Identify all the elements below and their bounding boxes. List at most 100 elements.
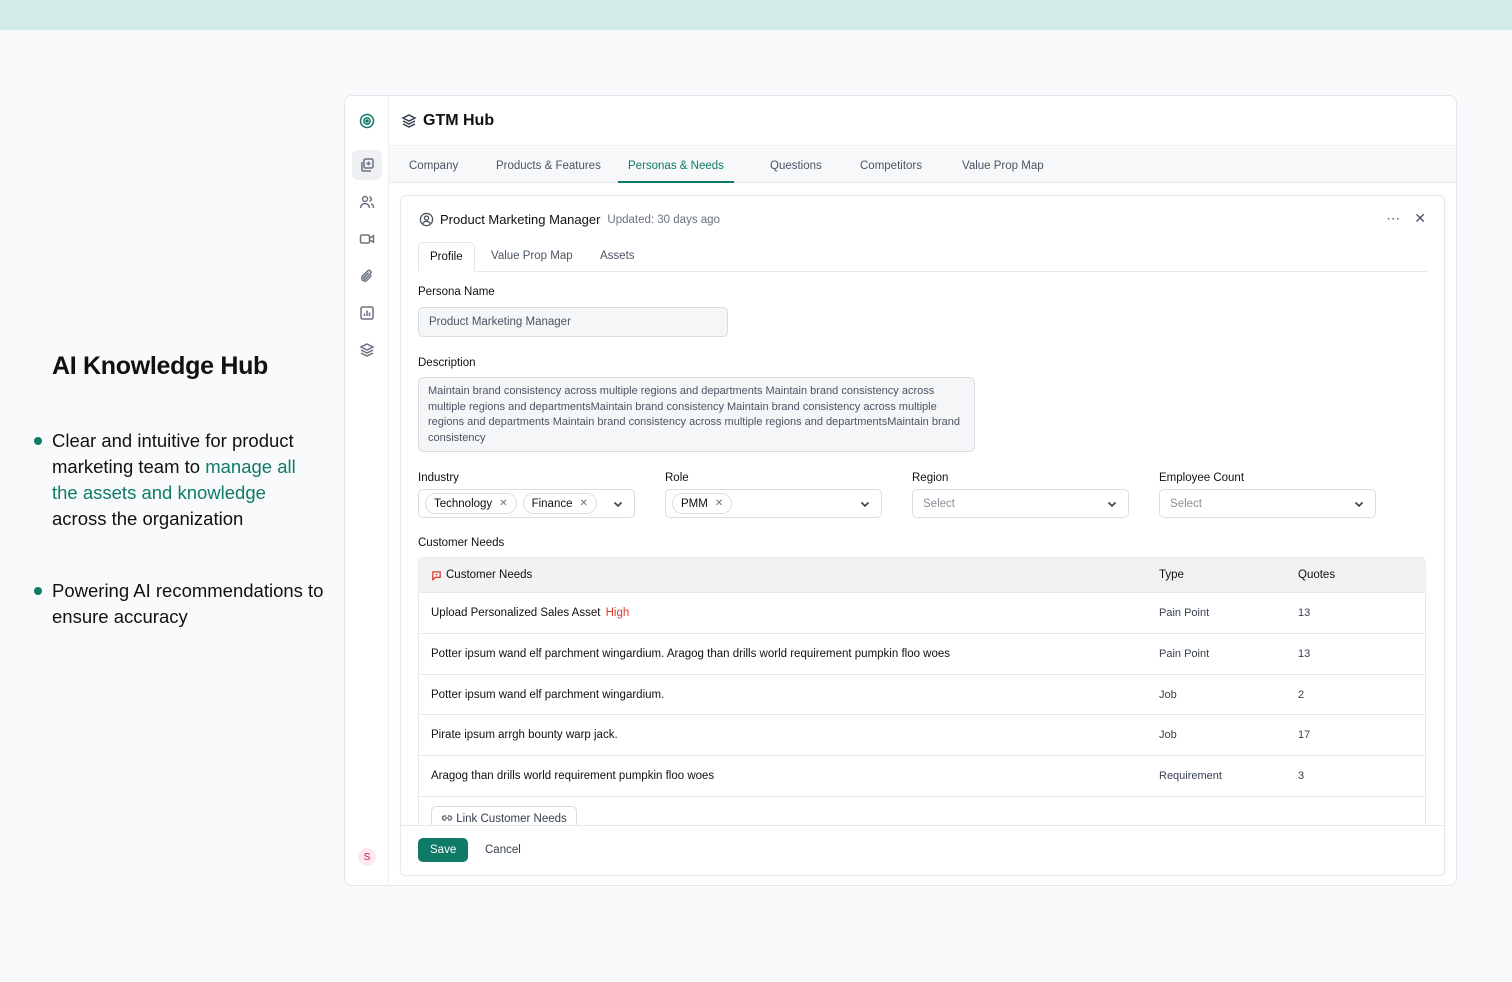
type-cell: Job (1159, 688, 1177, 701)
header-needs-label: Customer Needs (446, 569, 533, 581)
table-row[interactable]: Potter ipsum wand elf parchment wingardi… (419, 632, 1425, 674)
link-icon (441, 815, 453, 821)
user-circle-icon (419, 212, 434, 227)
type-cell: Pain Point (1159, 607, 1210, 619)
industry-select[interactable]: Technology ✕ Finance ✕ (418, 489, 635, 518)
layers-icon[interactable] (352, 335, 382, 365)
paperclip-icon[interactable] (352, 261, 382, 291)
target-icon[interactable] (352, 106, 382, 136)
save-button[interactable]: Save (418, 838, 469, 862)
app-title: GTM Hub (423, 111, 495, 129)
quotes-cell: 17 (1298, 729, 1311, 742)
more-icon[interactable]: ⋯ (1386, 210, 1400, 226)
main-tabs: Company Products & Features Personas & N… (389, 147, 1456, 183)
remove-icon[interactable]: ✕ (715, 498, 723, 509)
video-icon[interactable] (352, 224, 382, 254)
remove-icon[interactable]: ✕ (580, 498, 588, 509)
library-icon[interactable] (352, 150, 382, 180)
type-cell: Job (1159, 729, 1177, 742)
speech-bubble-icon (432, 570, 441, 581)
quotes-cell: 3 (1298, 770, 1305, 783)
hero-bullet-1: Clear and intuitive for product marketin… (34, 428, 324, 532)
updated-label: Updated: 30 days ago (607, 213, 720, 226)
persona-panel: Product Marketing Manager Updated: 30 da… (400, 195, 1445, 876)
quotes-cell: 13 (1298, 607, 1311, 619)
subtab-assets[interactable]: Assets (589, 242, 646, 271)
tab-value-prop-map[interactable]: Value Prop Map (962, 147, 1044, 183)
hero-bullet-2: Powering AI recommendations to ensure ac… (34, 578, 324, 630)
panel-actions: ⋯ ✕ (1386, 210, 1426, 226)
type-cell: Pain Point (1159, 647, 1210, 660)
type-cell: Requirement (1159, 770, 1222, 783)
chip-pmm[interactable]: PMM ✕ (672, 493, 733, 514)
hero-title: AI Knowledge Hub (52, 352, 269, 380)
tab-questions[interactable]: Questions (770, 147, 822, 183)
chip-technology[interactable]: Technology ✕ (425, 493, 517, 514)
need-text: Upload Personalized Sales Asset (431, 607, 601, 619)
persona-title: Product Marketing Manager (440, 212, 601, 227)
remove-icon[interactable]: ✕ (499, 498, 507, 509)
region-select[interactable]: Select (912, 489, 1129, 518)
icon-rail: S (345, 96, 389, 885)
need-cell: Potter ipsum wand elf parchment wingardi… (431, 688, 665, 701)
header-quotes: Quotes (1298, 569, 1336, 581)
description-label: Description (418, 357, 476, 369)
persona-name-label: Persona Name (418, 286, 495, 298)
layers-icon (401, 113, 417, 128)
need-cell: Aragog than drills world requirement pum… (431, 770, 715, 783)
avatar[interactable]: S (358, 848, 376, 866)
chart-icon[interactable] (352, 298, 382, 328)
chip-label: PMM (681, 497, 708, 510)
top-band (0, 0, 1512, 30)
panel-footer: Save Cancel (401, 825, 1444, 875)
need-cell: Upload Personalized Sales Asset High (431, 593, 629, 633)
bullet-1-text-end: across the organization (52, 508, 244, 529)
customer-needs-table: Customer Needs Type Quotes Upload Person… (418, 557, 1426, 839)
table-row[interactable]: Potter ipsum wand elf parchment wingardi… (419, 673, 1425, 715)
bullet-dot (34, 587, 42, 595)
header-type: Type (1159, 569, 1184, 581)
need-cell: Pirate ipsum arrgh bounty warp jack. (431, 729, 618, 742)
employee-count-placeholder: Select (1170, 497, 1202, 510)
chip-label: Finance (531, 497, 573, 510)
quotes-cell: 2 (1298, 688, 1305, 701)
quotes-cell: 13 (1298, 647, 1311, 660)
table-row[interactable]: Aragog than drills world requirement pum… (419, 755, 1425, 796)
cancel-button[interactable]: Cancel (485, 838, 521, 862)
description-field[interactable]: Maintain brand consistency across multip… (418, 377, 975, 452)
chevron-down-icon (612, 498, 624, 510)
tab-products-features[interactable]: Products & Features (496, 147, 601, 183)
app-window: S GTM Hub Company Products & Features Pe… (344, 95, 1457, 886)
users-icon[interactable] (352, 187, 382, 217)
link-button-label: Link Customer Needs (456, 812, 567, 825)
region-placeholder: Select (923, 497, 955, 510)
industry-label: Industry (418, 472, 459, 484)
tab-personas-needs[interactable]: Personas & Needs (618, 147, 734, 183)
region-label: Region (912, 472, 949, 484)
subtab-value-prop-map[interactable]: Value Prop Map (480, 242, 584, 271)
table-header: Customer Needs Type Quotes (419, 558, 1425, 592)
subtab-profile[interactable]: Profile (418, 242, 475, 272)
chip-label: Technology (434, 497, 493, 510)
close-icon[interactable]: ✕ (1414, 210, 1426, 226)
customer-needs-label: Customer Needs (418, 537, 505, 549)
persona-name-field[interactable]: Product Marketing Manager (418, 307, 728, 337)
role-label: Role (665, 472, 689, 484)
bullet-2-text: Powering AI recommendations to ensure ac… (52, 580, 324, 627)
bullet-dot (34, 437, 42, 445)
chevron-down-icon (1353, 498, 1365, 510)
employee-count-select[interactable]: Select (1159, 489, 1376, 518)
table-row[interactable]: Upload Personalized Sales Asset High Pai… (419, 592, 1425, 633)
tab-competitors[interactable]: Competitors (860, 147, 922, 183)
tab-company[interactable]: Company (409, 147, 458, 183)
chip-finance[interactable]: Finance ✕ (522, 493, 597, 514)
chevron-down-icon (859, 498, 871, 510)
employee-count-label: Employee Count (1159, 472, 1245, 484)
panel-header: Product Marketing Manager Updated: 30 da… (419, 212, 720, 227)
sub-tabs: Profile Value Prop Map Assets (418, 242, 1427, 272)
table-row[interactable]: Pirate ipsum arrgh bounty warp jack. Job… (419, 714, 1425, 755)
header-needs: Customer Needs (431, 558, 532, 592)
chevron-down-icon (1106, 498, 1118, 510)
role-select[interactable]: PMM ✕ (665, 489, 882, 518)
need-cell: Potter ipsum wand elf parchment wingardi… (431, 647, 951, 660)
